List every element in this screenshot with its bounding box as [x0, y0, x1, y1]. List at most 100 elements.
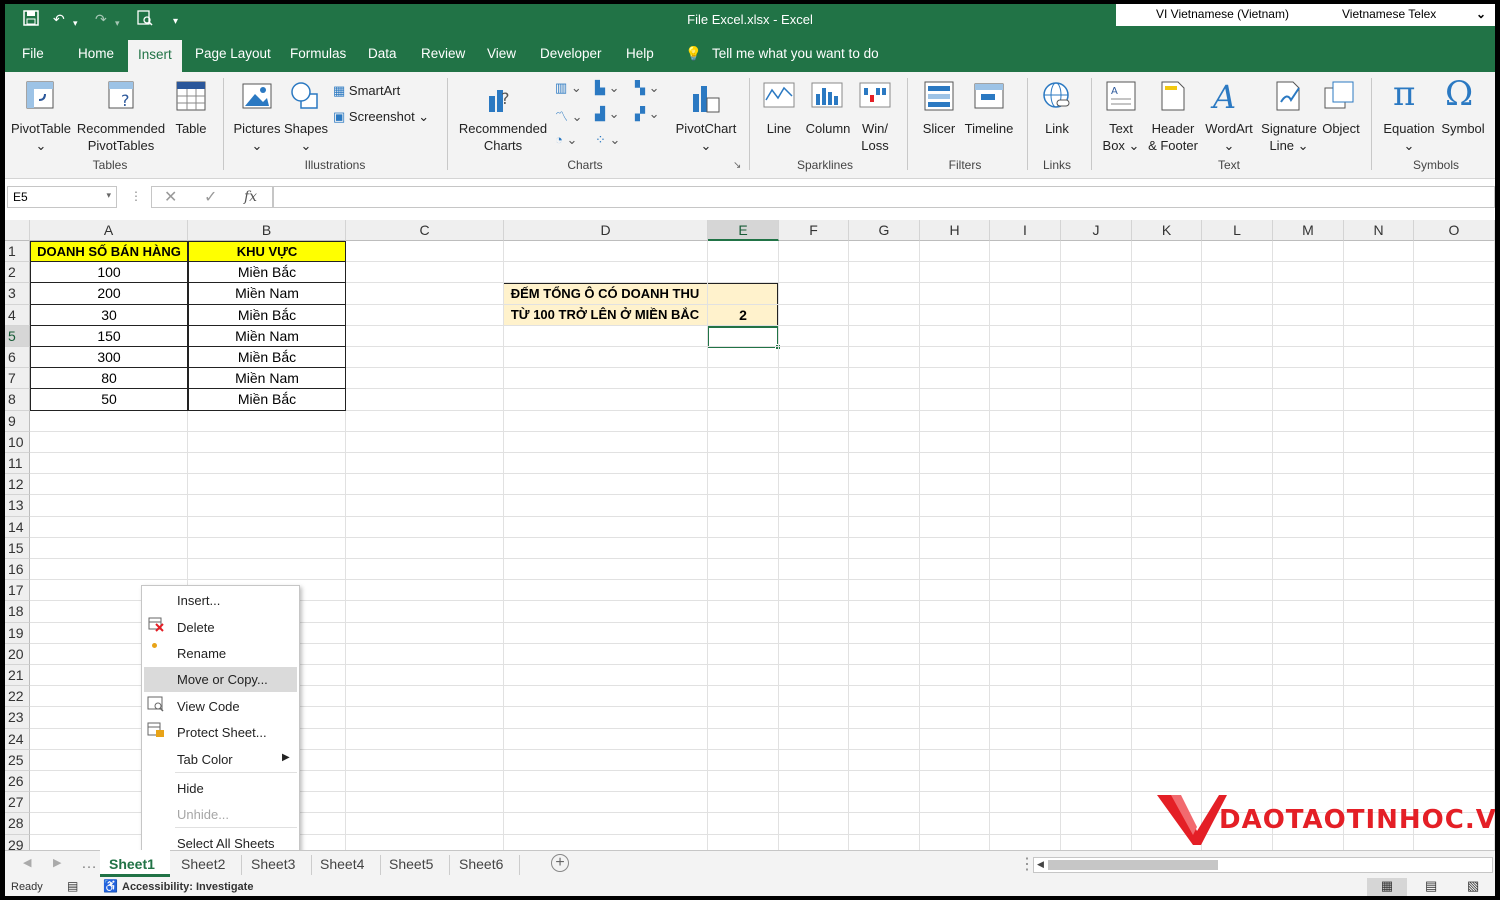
scatter-chart-icon[interactable]: ⁘ ⌄: [595, 132, 620, 148]
sparkline-line-button[interactable]: Line: [759, 120, 799, 137]
sheet-tab-3[interactable]: Sheet3: [251, 856, 295, 872]
row-header-17[interactable]: 17: [5, 580, 30, 602]
active-cell-e5[interactable]: [707, 326, 779, 348]
macro-record-icon[interactable]: ▤: [67, 879, 78, 893]
table-cell[interactable]: Miền Nam: [188, 325, 346, 347]
equation-button[interactable]: Equation ⌄: [1379, 120, 1439, 154]
sheet-tab-1[interactable]: Sheet1: [109, 856, 155, 872]
table-cell[interactable]: Miền Nam: [188, 368, 346, 390]
page-break-view-icon[interactable]: ▧: [1467, 878, 1479, 894]
scroll-left-icon[interactable]: ◀: [23, 856, 31, 869]
column-header-c[interactable]: C: [346, 220, 504, 241]
pie-chart-icon[interactable]: ◔ ⌄: [555, 132, 577, 148]
column-header-o[interactable]: O: [1414, 220, 1495, 241]
row-header-22[interactable]: 22: [5, 686, 30, 708]
menu-item-select-all-sheets[interactable]: Select All Sheets: [177, 836, 275, 851]
normal-view-icon[interactable]: ▦: [1367, 878, 1407, 896]
waterfall-chart-icon[interactable]: ▚ ⌄: [635, 80, 660, 96]
table-cell[interactable]: 150: [30, 325, 188, 347]
sparkline-column-button[interactable]: Column: [801, 120, 855, 137]
table-cell[interactable]: Miền Bắc: [188, 347, 346, 369]
column-header-e[interactable]: E: [708, 220, 779, 241]
row-header-5[interactable]: 5: [5, 325, 30, 347]
statistic-chart-icon[interactable]: ▟ ⌄: [595, 106, 620, 122]
row-header-9[interactable]: 9: [5, 410, 30, 432]
accessibility-icon[interactable]: ♿: [103, 879, 118, 893]
cancel-icon[interactable]: ✕: [164, 187, 177, 207]
table-header-cell[interactable]: DOANH SỐ BÁN HÀNG: [30, 241, 188, 263]
tab-formulas[interactable]: Formulas: [290, 46, 346, 61]
column-header-h[interactable]: H: [920, 220, 990, 241]
table-cell[interactable]: 50: [30, 389, 188, 411]
menu-item-rename[interactable]: Rename: [177, 646, 226, 661]
row-header-24[interactable]: 24: [5, 728, 30, 750]
row-header-29[interactable]: 29: [5, 834, 30, 850]
sparkline-winloss-button[interactable]: Win/Loss: [855, 120, 895, 154]
table-cell[interactable]: 30: [30, 304, 188, 326]
enter-icon[interactable]: ✓: [204, 187, 217, 207]
row-header-4[interactable]: 4: [5, 304, 30, 326]
menu-item-tab-color[interactable]: Tab Color: [177, 752, 233, 767]
tab-review[interactable]: Review: [421, 46, 465, 61]
row-header-16[interactable]: 16: [5, 559, 30, 581]
pictures-button[interactable]: Pictures ⌄: [231, 120, 283, 154]
wordart-button[interactable]: WordArt ⌄: [1203, 120, 1255, 154]
column-header-f[interactable]: F: [779, 220, 849, 241]
signature-line-button[interactable]: Signature Line ⌄: [1257, 120, 1321, 154]
column-header-b[interactable]: B: [188, 220, 346, 241]
add-sheet-icon[interactable]: +: [551, 854, 569, 872]
row-header-8[interactable]: 8: [5, 389, 30, 411]
tab-home[interactable]: Home: [78, 46, 114, 61]
row-header-19[interactable]: 19: [5, 622, 30, 644]
table-header-cell[interactable]: KHU VỰC: [188, 241, 346, 263]
pivotchart-button[interactable]: PivotChart ⌄: [673, 120, 739, 154]
pivottable-button[interactable]: PivotTable ⌄: [11, 120, 71, 154]
row-header-12[interactable]: 12: [5, 474, 30, 496]
ime-more-icon[interactable]: ⌄: [1476, 7, 1486, 21]
page-layout-view-icon[interactable]: ▤: [1425, 878, 1437, 894]
tab-help[interactable]: Help: [626, 46, 654, 61]
charts-dialog-launcher-icon[interactable]: ↘: [733, 160, 741, 171]
slicer-button[interactable]: Slicer: [917, 120, 961, 137]
table-cell[interactable]: Miền Bắc: [188, 304, 346, 326]
row-header-27[interactable]: 27: [5, 792, 30, 814]
tell-me-search[interactable]: Tell me what you want to do: [712, 46, 879, 61]
object-button[interactable]: Object: [1319, 120, 1363, 137]
sheet-tab-2[interactable]: Sheet2: [181, 856, 225, 872]
table-button[interactable]: Table: [171, 120, 211, 137]
row-header-6[interactable]: 6: [5, 347, 30, 369]
column-header-g[interactable]: G: [849, 220, 920, 241]
hierarchy-chart-icon[interactable]: ▙ ⌄: [595, 80, 620, 96]
table-cell[interactable]: Miền Nam: [188, 283, 346, 305]
table-cell[interactable]: Miền Bắc: [188, 262, 346, 284]
screenshot-button[interactable]: ▣ Screenshot ⌄: [333, 109, 429, 125]
select-all-corner[interactable]: [5, 220, 30, 241]
smartart-button[interactable]: ▦ SmartArt: [333, 83, 400, 99]
ime-language[interactable]: VI Vietnamese (Vietnam): [1156, 7, 1289, 21]
menu-item-view-code[interactable]: View Code: [177, 699, 240, 714]
textbox-button[interactable]: Text Box ⌄: [1099, 120, 1143, 154]
row-header-28[interactable]: 28: [5, 813, 30, 835]
line-chart-icon[interactable]: 〽 ⌄: [555, 106, 583, 125]
column-header-m[interactable]: M: [1273, 220, 1344, 241]
header-footer-button[interactable]: Header & Footer: [1145, 120, 1201, 154]
tab-developer[interactable]: Developer: [540, 46, 602, 61]
tab-file[interactable]: File: [22, 46, 44, 61]
row-header-7[interactable]: 7: [5, 368, 30, 390]
table-cell[interactable]: 200: [30, 283, 188, 305]
row-header-15[interactable]: 15: [5, 537, 30, 559]
column-chart-icon[interactable]: ▥ ⌄: [555, 80, 582, 96]
table-cell[interactable]: Miền Bắc: [188, 389, 346, 411]
menu-item-move-or-copy[interactable]: Move or Copy...: [177, 672, 268, 687]
row-header-1[interactable]: 1: [5, 241, 30, 263]
link-button[interactable]: Link: [1037, 120, 1077, 137]
sheet-tab-6[interactable]: Sheet6: [459, 856, 503, 872]
column-header-i[interactable]: I: [990, 220, 1061, 241]
column-header-n[interactable]: N: [1344, 220, 1414, 241]
formula-input[interactable]: [273, 186, 1495, 208]
column-header-k[interactable]: K: [1132, 220, 1202, 241]
column-header-d[interactable]: D: [504, 220, 708, 241]
tab-page-layout[interactable]: Page Layout: [195, 46, 271, 61]
recommended-pivottables-button[interactable]: Recommended PivotTables: [75, 120, 167, 154]
row-header-10[interactable]: 10: [5, 431, 30, 453]
